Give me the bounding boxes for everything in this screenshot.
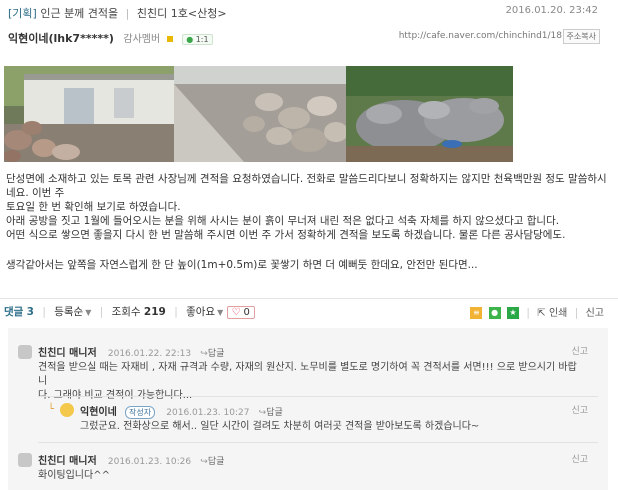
toolbar-divider (0, 298, 618, 299)
writer-badge: 작성자 (125, 406, 156, 419)
rank-icon (166, 36, 173, 42)
avatar[interactable] (18, 453, 32, 467)
toolbar-separator: | (526, 307, 530, 319)
reply-label: 답글 (266, 408, 283, 418)
share-blog-icon[interactable]: ≡ (470, 307, 483, 319)
photo-collage (4, 66, 513, 162)
copy-address-button[interactable]: 주소복사 (562, 29, 600, 44)
reply-icon: ↪ (200, 349, 208, 359)
toolbar-separator: | (574, 307, 579, 319)
toolbar-right: ≡ ● ★ | ⇱ 인쇄 | 신고 (467, 304, 604, 319)
comment-list: 친친디 매니저 2016.01.22. 22:13 ↪답글 신고 견적을 받으실… (8, 328, 608, 490)
post-body-line: 단성면에 소재하고 있는 토목 관련 사장님께 견적을 요청하였습니다. 전화로… (6, 173, 607, 199)
sort-label: 등록순 (54, 306, 84, 318)
post-toolbar: 댓글 3 | 등록순 ▼ | 조회수 219 | 좋아요 ▼ ♡ 0 ≡ ● ★ | … (4, 304, 614, 322)
comment-date: 2016.01.23. 10:27 (166, 408, 250, 418)
chevron-down-icon: ▼ (85, 308, 92, 317)
post-body-para-3: 생각같아서는 앞쪽을 자연스럽게 한 단 높이(1m+0.5m)로 꽃쌓기 하면… (6, 258, 611, 272)
reply-label: 답글 (207, 457, 225, 467)
comment-line: 화이팅입니다^^ (38, 470, 110, 481)
views: 조회수 219 (112, 304, 166, 319)
comment-divider (38, 442, 598, 443)
post-title-row: [기획] 인근 분께 견적을 | 친친디 1호<산청> 2016.01.20. … (8, 5, 608, 21)
share-favorite-icon[interactable]: ★ (506, 307, 519, 319)
board-link[interactable]: 친친디 1호<산청> (137, 7, 227, 20)
post-body-line: 토요일 한 번 확인해 보기로 하였습니다. (6, 201, 181, 213)
views-label: 조회수 (111, 306, 141, 318)
reply-button[interactable]: ↪답글 (200, 349, 224, 359)
reply-label: 답글 (207, 349, 225, 359)
comment-header: 친친디 매니저 2016.01.22. 22:13 ↪답글 (38, 344, 224, 359)
reply-arrow-icon: └ (48, 404, 55, 415)
reply-button[interactable]: ↪답글 (259, 408, 283, 418)
author-rank: 감사멤버 (123, 34, 161, 45)
toolbar-separator: | (174, 305, 178, 318)
like-count: 0 (243, 306, 250, 318)
post-body-para-2: 아래 공방을 짓고 1월에 들어오시는 분을 위해 사시는 분이 흙이 무너져 … (6, 214, 611, 242)
comment-author[interactable]: 익현이네 (80, 407, 117, 418)
comment-count: 3 (26, 306, 34, 318)
chat-button[interactable]: ● 1:1 (182, 34, 213, 45)
chat-label: 1:1 (195, 35, 209, 44)
author-row: 익현이네(lhk7*****) 감사멤버 ● 1:1 http://cafe.n… (8, 29, 608, 46)
comment-date: 2016.01.22. 22:13 (107, 349, 192, 359)
comment-author[interactable]: 친친디 매니저 (38, 456, 97, 467)
post-date: 2016.01.20. 23:42 (505, 5, 598, 16)
post-body-line: 어떤 식으로 쌓으면 좋을지 다시 한 번 말씀해 주시면 이번 주 가서 정확… (6, 229, 566, 241)
toolbar-separator: | (42, 305, 46, 318)
reply-icon: ↪ (200, 457, 208, 467)
comment-author[interactable]: 친친디 매니저 (38, 348, 97, 359)
sort-dropdown[interactable]: 등록순 ▼ (54, 304, 91, 319)
comment-label: 댓글 (4, 306, 24, 318)
comment-toggle[interactable]: 댓글 3 (4, 304, 34, 319)
avatar[interactable] (18, 345, 32, 359)
post-photo (4, 66, 513, 162)
comment-header: 친친디 매니저 2016.01.23. 10:26 ↪답글 (38, 452, 224, 467)
cafe-post-page: [기획] 인근 분께 견적을 | 친친디 1호<산청> 2016.01.20. … (0, 0, 618, 490)
share-cafe-icon[interactable]: ● (488, 307, 501, 319)
author-name[interactable]: 익현이네(lhk7*****) (8, 32, 114, 45)
post-body-line: 아래 공방을 짓고 1월에 들어오시는 분을 위해 사시는 분이 흙이 무너져 … (6, 215, 560, 227)
post-title: 인근 분께 견적을 (40, 7, 119, 20)
comment-report-button[interactable]: 신고 (571, 344, 588, 357)
comment-body: 화이팅입니다^^ (38, 469, 583, 483)
comment-divider (38, 396, 598, 397)
heart-icon: ♡ (231, 306, 241, 318)
comment-report-button[interactable]: 신고 (571, 452, 588, 465)
like-dropdown[interactable]: 좋아요 ▼ (186, 304, 223, 319)
print-button[interactable]: 인쇄 (549, 308, 567, 319)
like-label: 좋아요 (186, 306, 216, 318)
chat-bubble-icon: ● (186, 35, 194, 44)
like-button[interactable]: ♡ 0 (226, 305, 255, 319)
comment-line: 그렀군요. 전화상으로 해서.. 일단 시간이 걸려도 차분히 여러곳 견적을 … (80, 421, 480, 432)
post-body-line: 생각같아서는 앞쪽을 자연스럽게 한 단 높이(1m+0.5m)로 꽃쌓기 하면… (6, 259, 478, 271)
comment-report-button[interactable]: 신고 (571, 403, 588, 416)
toolbar-separator: | (99, 305, 104, 318)
comment-header: 익현이네 작성자 2016.01.23. 10:27 ↪답글 (80, 403, 283, 419)
views-count: 219 (143, 306, 166, 318)
post-body-para-1: 단성면에 소재하고 있는 토목 관련 사장님께 견적을 요청하였습니다. 전화로… (6, 172, 611, 214)
avatar[interactable] (60, 403, 74, 417)
post-category: [기획] (8, 7, 37, 20)
share-icon[interactable]: ⇱ (537, 308, 545, 319)
post-url[interactable]: http://cafe.naver.com/chinchind1/18 (399, 31, 562, 41)
comment-line: 견적을 받으실 때는 자재비 , 자재 규격과 수량, 자재의 원산지. 노무비… (38, 362, 577, 387)
report-button[interactable]: 신고 (586, 308, 604, 319)
chevron-down-icon: ▼ (217, 308, 224, 317)
comment-date: 2016.01.23. 10:26 (107, 457, 192, 467)
reply-button[interactable]: ↪답글 (200, 457, 224, 467)
title-separator: | (125, 7, 130, 20)
comment-body: 그렀군요. 전화상으로 해서.. 일단 시간이 걸려도 차분히 여러곳 견적을 … (80, 420, 580, 434)
